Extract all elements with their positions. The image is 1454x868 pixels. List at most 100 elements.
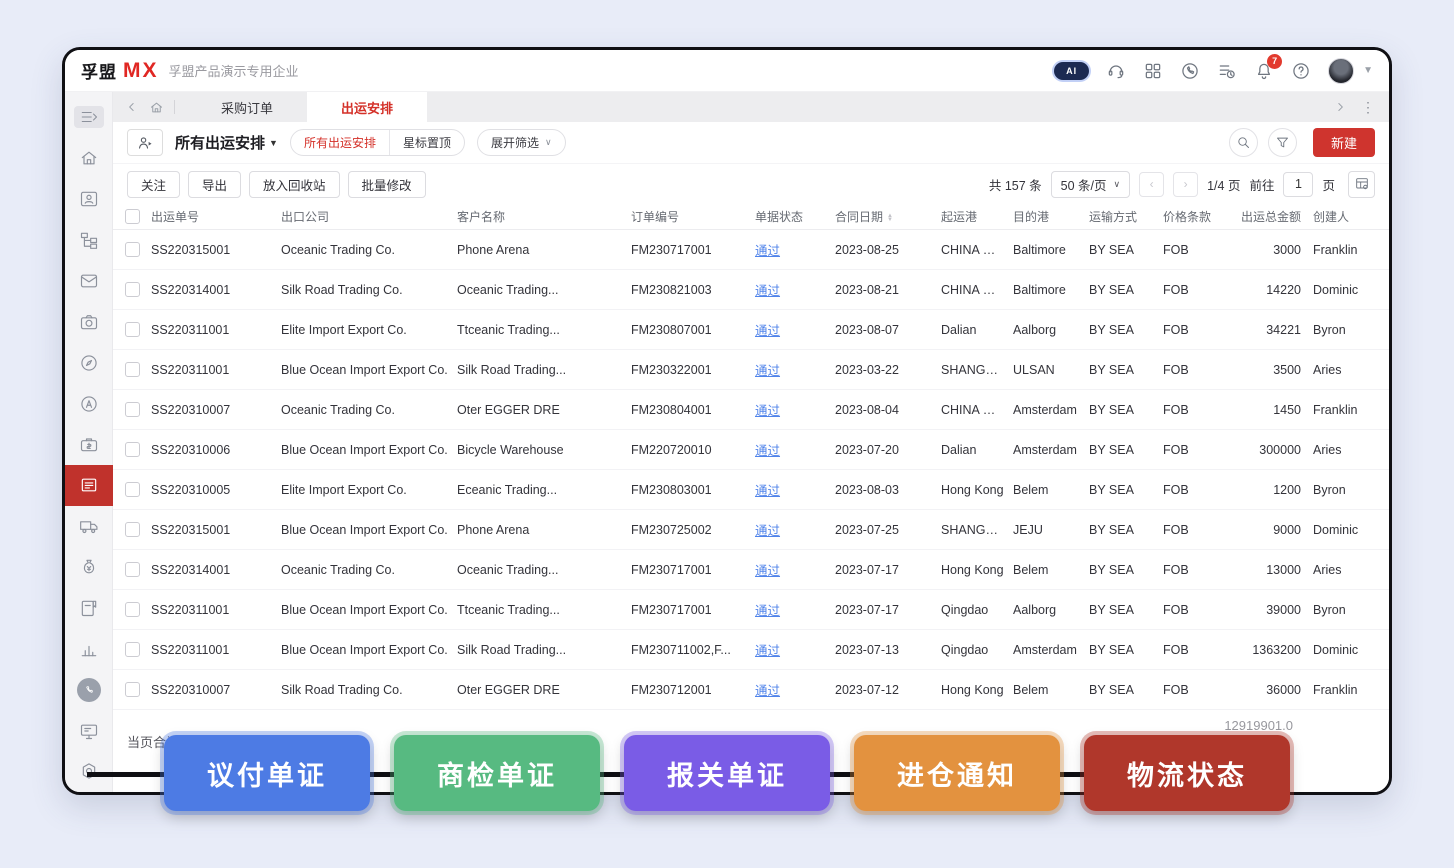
cell-shipping-no[interactable]: SS220314001 bbox=[151, 563, 281, 577]
table-row[interactable]: SS220311001 Elite Import Export Co. Ttce… bbox=[113, 310, 1389, 350]
new-button[interactable]: 新建 bbox=[1313, 128, 1375, 157]
flow-button[interactable]: 议付单证 bbox=[164, 735, 370, 811]
table-row[interactable]: SS220310006 Blue Ocean Import Export Co.… bbox=[113, 430, 1389, 470]
row-checkbox[interactable] bbox=[125, 642, 140, 657]
status-link[interactable]: 通过 bbox=[755, 524, 780, 538]
row-checkbox[interactable] bbox=[125, 522, 140, 537]
goto-page-input[interactable] bbox=[1283, 172, 1313, 197]
cell-shipping-no[interactable]: SS220315001 bbox=[151, 523, 281, 537]
row-checkbox[interactable] bbox=[125, 682, 140, 697]
table-row[interactable]: SS220310007 Silk Road Trading Co. Oter E… bbox=[113, 670, 1389, 710]
cell-shipping-no[interactable]: SS220310005 bbox=[151, 483, 281, 497]
sidebar-item-org-chart[interactable] bbox=[65, 220, 113, 261]
row-checkbox[interactable] bbox=[125, 602, 140, 617]
table-row[interactable]: SS220315001 Oceanic Trading Co. Phone Ar… bbox=[113, 230, 1389, 270]
recycle-bin-button[interactable]: 放入回收站 bbox=[249, 171, 340, 198]
sidebar-item-compass[interactable] bbox=[65, 342, 113, 383]
row-checkbox[interactable] bbox=[125, 402, 140, 417]
search-button[interactable] bbox=[1229, 128, 1258, 157]
cell-shipping-no[interactable]: SS220310007 bbox=[151, 683, 281, 697]
flow-button[interactable]: 进仓通知 bbox=[854, 735, 1060, 811]
table-row[interactable]: SS220314001 Silk Road Trading Co. Oceani… bbox=[113, 270, 1389, 310]
col-status[interactable]: 单据状态 bbox=[755, 208, 835, 225]
status-link[interactable]: 通过 bbox=[755, 244, 780, 258]
row-checkbox[interactable] bbox=[125, 242, 140, 257]
row-checkbox[interactable] bbox=[125, 442, 140, 457]
notifications-bell-icon[interactable]: 7 bbox=[1254, 61, 1274, 81]
sidebar-item-contacts[interactable] bbox=[65, 179, 113, 220]
tab-purchase-orders[interactable]: 采购订单 bbox=[187, 92, 307, 122]
status-link[interactable]: 通过 bbox=[755, 284, 780, 298]
ai-assistant-icon[interactable]: AI bbox=[1054, 62, 1089, 80]
export-button[interactable]: 导出 bbox=[188, 171, 241, 198]
row-checkbox[interactable] bbox=[125, 562, 140, 577]
col-port-to[interactable]: 目的港 bbox=[1013, 208, 1089, 225]
tab-shipping-arrangement[interactable]: 出运安排 bbox=[307, 92, 427, 122]
col-customer[interactable]: 客户名称 bbox=[457, 208, 631, 225]
cell-shipping-no[interactable]: SS220311001 bbox=[151, 363, 281, 377]
column-settings-button[interactable] bbox=[1348, 171, 1375, 198]
sidebar-item-briefcase-dollar[interactable] bbox=[65, 424, 113, 465]
view-selector[interactable]: 所有出运安排 ▼ bbox=[175, 132, 278, 153]
next-page-button[interactable]: › bbox=[1173, 172, 1198, 197]
expand-filter-pill[interactable]: 展开筛选 ∨ bbox=[477, 129, 566, 156]
prev-page-button[interactable]: ‹ bbox=[1139, 172, 1164, 197]
table-row[interactable]: SS220314001 Oceanic Trading Co. Oceanic … bbox=[113, 550, 1389, 590]
col-total-amount[interactable]: 出运总金额 bbox=[1239, 208, 1303, 225]
table-row[interactable]: SS220311001 Blue Ocean Import Export Co.… bbox=[113, 630, 1389, 670]
sidebar-item-collapse-menu[interactable] bbox=[65, 97, 113, 138]
status-link[interactable]: 通过 bbox=[755, 324, 780, 338]
segment-all-shipping[interactable]: 所有出运安排 bbox=[291, 130, 389, 155]
sidebar-item-truck[interactable] bbox=[65, 506, 113, 547]
table-row[interactable]: SS220310007 Oceanic Trading Co. Oter EGG… bbox=[113, 390, 1389, 430]
status-link[interactable]: 通过 bbox=[755, 604, 780, 618]
cell-shipping-no[interactable]: SS220314001 bbox=[151, 283, 281, 297]
sort-icon[interactable]: ▲▼ bbox=[887, 214, 893, 222]
headset-icon[interactable] bbox=[1106, 61, 1126, 81]
whatsapp-icon[interactable] bbox=[1180, 61, 1200, 81]
cell-shipping-no[interactable]: SS220310006 bbox=[151, 443, 281, 457]
forward-chevron-icon[interactable] bbox=[1333, 100, 1347, 114]
status-link[interactable]: 通过 bbox=[755, 644, 780, 658]
status-link[interactable]: 通过 bbox=[755, 484, 780, 498]
table-row[interactable]: SS220311001 Blue Ocean Import Export Co.… bbox=[113, 350, 1389, 390]
row-checkbox[interactable] bbox=[125, 322, 140, 337]
col-order-no[interactable]: 订单编号 bbox=[631, 208, 755, 225]
owner-filter-button[interactable] bbox=[127, 129, 163, 156]
col-port-from[interactable]: 起运港 bbox=[941, 208, 1013, 225]
status-link[interactable]: 通过 bbox=[755, 564, 780, 578]
sidebar-item-whatsapp[interactable] bbox=[65, 669, 113, 710]
status-link[interactable]: 通过 bbox=[755, 364, 780, 378]
select-all-checkbox[interactable] bbox=[125, 209, 140, 224]
status-link[interactable]: 通过 bbox=[755, 684, 780, 698]
sidebar-item-camera[interactable] bbox=[65, 301, 113, 342]
follow-button[interactable]: 关注 bbox=[127, 171, 180, 198]
flow-button[interactable]: 物流状态 bbox=[1084, 735, 1290, 811]
home-tab-icon[interactable] bbox=[149, 100, 164, 115]
sidebar-item-mail[interactable] bbox=[65, 261, 113, 302]
sidebar-item-bar-chart[interactable] bbox=[65, 628, 113, 669]
cell-shipping-no[interactable]: SS220311001 bbox=[151, 323, 281, 337]
col-transport[interactable]: 运输方式 bbox=[1089, 208, 1163, 225]
avatar-chevron-down-icon[interactable]: ▼ bbox=[1363, 65, 1373, 76]
table-row[interactable]: SS220311001 Blue Ocean Import Export Co.… bbox=[113, 590, 1389, 630]
row-checkbox[interactable] bbox=[125, 482, 140, 497]
sidebar-item-shipping-orders[interactable] bbox=[65, 465, 113, 506]
row-checkbox[interactable] bbox=[125, 362, 140, 377]
flow-button[interactable]: 报关单证 bbox=[624, 735, 830, 811]
col-contract-date[interactable]: 合同日期▲▼ bbox=[835, 208, 941, 225]
sidebar-item-money-bag[interactable] bbox=[65, 547, 113, 588]
status-link[interactable]: 通过 bbox=[755, 444, 780, 458]
col-price-term[interactable]: 价格条款 bbox=[1163, 208, 1239, 225]
batch-edit-button[interactable]: 批量修改 bbox=[348, 171, 426, 198]
table-row[interactable]: SS220315001 Blue Ocean Import Export Co.… bbox=[113, 510, 1389, 550]
col-creator[interactable]: 创建人 bbox=[1303, 208, 1389, 225]
cell-shipping-no[interactable]: SS220311001 bbox=[151, 603, 281, 617]
cell-shipping-no[interactable]: SS220310007 bbox=[151, 403, 281, 417]
tab-more-menu-icon[interactable]: ⋮ bbox=[1361, 99, 1375, 116]
table-row[interactable]: SS220310005 Elite Import Export Co. Ecea… bbox=[113, 470, 1389, 510]
row-checkbox[interactable] bbox=[125, 282, 140, 297]
help-icon[interactable] bbox=[1291, 61, 1311, 81]
task-history-icon[interactable] bbox=[1217, 61, 1237, 81]
col-shipping-no[interactable]: 出运单号 bbox=[151, 208, 281, 225]
